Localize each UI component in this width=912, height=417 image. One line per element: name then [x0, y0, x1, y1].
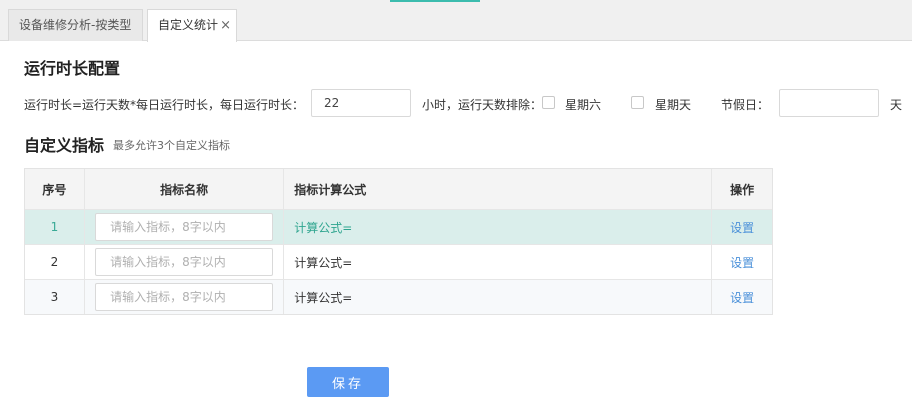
tab-custom-statistics[interactable]: 自定义统计 × [147, 9, 237, 42]
row-name-cell [83, 210, 283, 244]
indicator-name-input[interactable] [95, 283, 274, 311]
table-row: 3 计算公式= 设置 [25, 279, 772, 314]
set-link[interactable]: 设置 [730, 219, 754, 236]
tab-label: 自定义统计 [158, 18, 219, 32]
hours-unit-label: 小时，运行天数排除： [422, 98, 543, 112]
save-button[interactable]: 保存 [307, 367, 389, 397]
row-formula: 计算公式= [294, 255, 353, 270]
row-action-cell: 设置 [711, 245, 772, 279]
runtime-formula-label: 运行时长=运行天数*每日运行时长，每日运行时长： [24, 98, 305, 112]
row-formula-cell: 计算公式= [283, 245, 711, 279]
row-formula: 计算公式= [294, 220, 353, 235]
top-accent-line [390, 0, 480, 2]
holiday-days-input[interactable] [779, 89, 879, 117]
header-formula: 指标计算公式 [283, 169, 711, 209]
indicator-name-input[interactable] [95, 248, 274, 276]
header-index: 序号 [42, 182, 67, 197]
row-index: 1 [50, 220, 59, 234]
set-link[interactable]: 设置 [730, 254, 754, 271]
row-formula-cell: 计算公式= [283, 280, 711, 314]
row-name-cell [83, 280, 283, 314]
row-action-cell: 设置 [711, 210, 772, 244]
holiday-unit-label: 天 [890, 98, 903, 112]
table-row: 1 计算公式= 设置 [25, 209, 772, 244]
tab-equipment-repair-analysis[interactable]: 设备维修分析-按类型 [8, 9, 143, 41]
row-formula-cell: 计算公式= [283, 210, 711, 244]
indicator-table: 序号 指标名称 指标计算公式 操作 1 计算公式= 设置 2 计算公式= 设置 … [24, 168, 773, 315]
row-formula: 计算公式= [294, 290, 353, 305]
row-action-cell: 设置 [711, 280, 772, 314]
close-icon[interactable]: × [220, 10, 231, 41]
row-index: 2 [50, 255, 59, 269]
custom-indicator-title: 自定义指标 [24, 136, 105, 155]
runtime-config-title: 运行时长配置 [24, 59, 121, 78]
row-index: 3 [50, 290, 59, 304]
set-link[interactable]: 设置 [730, 289, 754, 306]
table-header: 序号 指标名称 指标计算公式 操作 [25, 169, 772, 209]
tab-label: 设备维修分析-按类型 [19, 18, 132, 32]
indicator-name-input[interactable] [95, 213, 274, 241]
tab-bar: 设备维修分析-按类型 自定义统计 × [0, 0, 912, 42]
header-name: 指标名称 [83, 169, 283, 209]
sunday-label: 星期天 [655, 98, 692, 112]
row-name-cell [83, 245, 283, 279]
saturday-checkbox[interactable] [542, 96, 555, 109]
sunday-checkbox[interactable] [631, 96, 644, 109]
custom-indicator-hint: 最多允许3个自定义指标 [113, 139, 230, 152]
header-action: 操作 [711, 169, 772, 209]
daily-hours-input[interactable] [311, 89, 411, 117]
holiday-label: 节假日： [721, 98, 770, 112]
runtime-config-row: 运行时长=运行天数*每日运行时长，每日运行时长： 小时，运行天数排除： 星期六 … [24, 89, 904, 117]
saturday-label: 星期六 [565, 98, 602, 112]
table-row: 2 计算公式= 设置 [25, 244, 772, 279]
